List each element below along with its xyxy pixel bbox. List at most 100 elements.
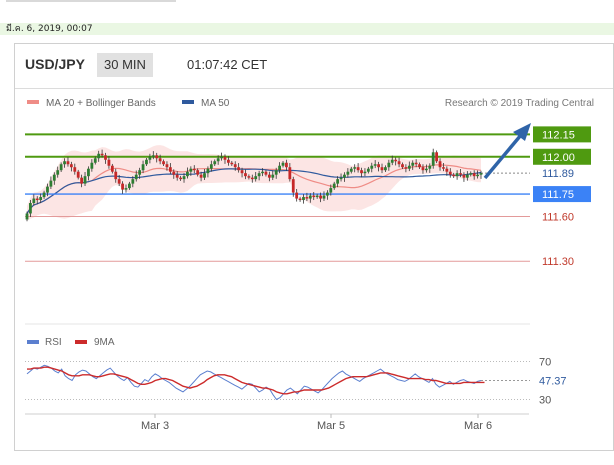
candle-body xyxy=(421,167,425,171)
candle-body xyxy=(397,161,401,165)
candle-body xyxy=(49,180,53,187)
candle-body xyxy=(380,167,384,171)
rsi-level-label-30: 30 xyxy=(539,395,551,407)
candle-body xyxy=(394,159,398,162)
candle-body xyxy=(339,177,343,180)
top-divider xyxy=(6,0,176,2)
candle-body xyxy=(158,158,162,162)
candle-body xyxy=(476,174,479,177)
candle-body xyxy=(254,176,258,180)
candle-body xyxy=(175,174,179,178)
candle-body xyxy=(76,171,80,178)
candle-body xyxy=(25,213,29,220)
rsi-last-label: 47.37 xyxy=(539,376,567,388)
candle-body xyxy=(165,164,169,168)
candle-body xyxy=(223,156,227,160)
candle-body xyxy=(353,167,357,169)
rsi-ma-legend-label: 9MA xyxy=(94,337,115,348)
candle-body xyxy=(302,197,305,201)
candle-body xyxy=(107,159,111,166)
rsi-line xyxy=(26,364,482,401)
candle-body xyxy=(384,167,387,171)
candle-body xyxy=(97,153,101,159)
candle-body xyxy=(274,170,278,175)
candle-body xyxy=(114,171,118,180)
candle-body xyxy=(278,165,282,171)
candle-body xyxy=(209,164,213,169)
candle-body xyxy=(455,173,459,177)
rsi-level-label-70: 70 xyxy=(539,357,551,369)
candle-body xyxy=(322,195,326,199)
ma20-legend-swatch xyxy=(27,100,39,104)
candle-body xyxy=(233,164,237,168)
candle-body xyxy=(343,174,346,178)
level-label-112.15: 112.15 xyxy=(542,129,575,141)
candle-body xyxy=(366,168,370,172)
level-label-112.00: 112.00 xyxy=(542,152,575,164)
candle-body xyxy=(329,188,333,193)
candle-body xyxy=(155,155,159,159)
candle-body xyxy=(445,168,449,172)
candle-body xyxy=(438,161,442,168)
candle-body xyxy=(182,176,186,180)
candle-body xyxy=(186,171,189,177)
candle-body xyxy=(73,167,77,172)
candle-body xyxy=(373,164,377,166)
candle-body xyxy=(151,155,155,157)
candle-body xyxy=(411,162,415,166)
candle-body xyxy=(418,164,421,168)
candle-body xyxy=(240,170,244,174)
candle-body xyxy=(66,161,70,165)
candle-body xyxy=(452,174,456,177)
candle-body xyxy=(80,177,84,184)
x-tick-label-mar6: Mar 6 xyxy=(464,420,492,432)
candle-body xyxy=(332,183,336,189)
level-labels-layer: 112.15 112.00 111.75 111.60 111.30 111.89 xyxy=(533,126,591,270)
candle-body xyxy=(315,195,319,198)
candle-body xyxy=(285,162,288,168)
candle-body xyxy=(63,161,66,165)
candle-body xyxy=(469,173,473,175)
level-label-111.30: 111.30 xyxy=(542,256,574,268)
rsi-ma-line xyxy=(27,366,485,395)
candle-body xyxy=(230,162,234,165)
candle-body xyxy=(377,164,380,168)
ma20-legend-label: MA 20 + Bollinger Bands xyxy=(46,98,156,109)
ma50-legend-swatch xyxy=(182,100,194,104)
candle-body xyxy=(407,165,411,169)
candle-body xyxy=(459,173,462,175)
candle-body xyxy=(291,179,295,193)
candle-body xyxy=(356,167,360,171)
candle-body xyxy=(145,159,148,165)
candle-body xyxy=(370,165,374,169)
candle-body xyxy=(42,192,46,198)
candle-body xyxy=(148,156,152,160)
candle-body xyxy=(401,164,404,168)
candle-body xyxy=(203,173,206,178)
candle-body xyxy=(308,195,312,199)
candle-body xyxy=(237,167,241,171)
candle-body xyxy=(124,188,128,190)
rsi-legend-label: RSI xyxy=(45,337,62,348)
candle-body xyxy=(192,168,196,171)
candle-body xyxy=(90,162,94,169)
candle-body xyxy=(189,168,193,172)
candle-body xyxy=(141,164,145,171)
candle-body xyxy=(131,179,135,184)
candle-body xyxy=(390,159,394,163)
candle-body xyxy=(199,174,203,178)
candle-body xyxy=(319,195,322,199)
candle-body xyxy=(196,170,200,175)
candle-body xyxy=(404,167,408,169)
candle-body xyxy=(465,174,469,178)
rsi-layer: 70 30 47.37 xyxy=(25,357,577,407)
candle-body xyxy=(346,171,350,175)
candle-body xyxy=(93,158,97,163)
candle-body xyxy=(271,174,275,178)
candle-body xyxy=(281,162,285,166)
ma50-legend-label: MA 50 xyxy=(201,98,230,109)
price-chart-svg: MA 20 + Bollinger Bands MA 50 Research ©… xyxy=(25,98,594,432)
projection-arrowhead xyxy=(513,123,531,141)
candle-body xyxy=(46,186,49,193)
candle-body xyxy=(428,165,432,169)
